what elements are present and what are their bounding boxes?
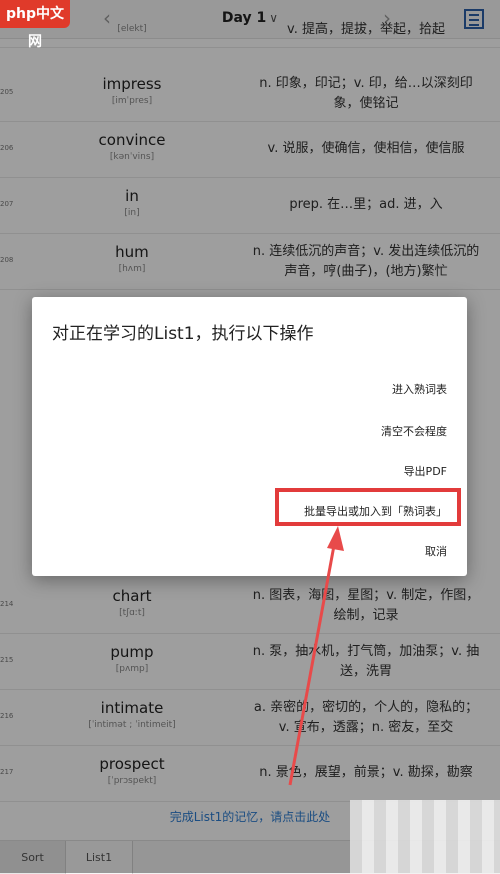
enter-familiar-words-option[interactable]: 进入熟词表 <box>392 381 447 397</box>
pixelated-area <box>350 800 500 873</box>
highlight-box <box>275 488 461 526</box>
cancel-button[interactable]: 取消 <box>425 543 447 559</box>
dialog-title: 对正在学习的List1，执行以下操作 <box>52 324 314 344</box>
site-watermark: php中文网 <box>0 0 70 50</box>
export-pdf-option[interactable]: 导出PDF <box>404 463 447 479</box>
clear-unknown-level-option[interactable]: 清空不会程度 <box>381 423 447 439</box>
list-action-dialog: 对正在学习的List1，执行以下操作 进入熟词表 清空不会程度 导出PDF 批量… <box>32 297 467 576</box>
